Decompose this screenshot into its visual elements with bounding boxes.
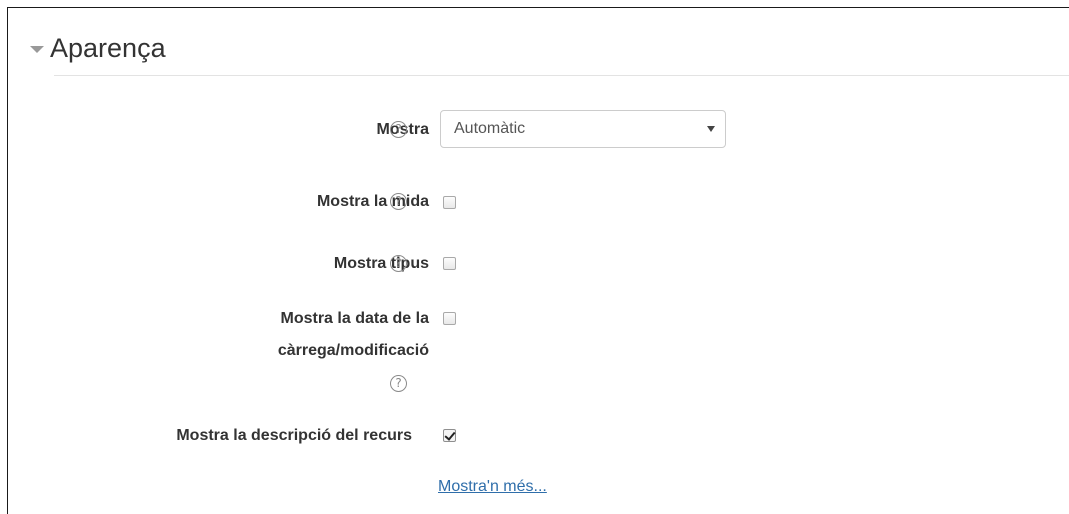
show-date-label-line2: càrrega/modificació bbox=[277, 342, 429, 359]
help-icon[interactable]: ? bbox=[390, 375, 407, 392]
show-description-checkbox[interactable] bbox=[443, 429, 456, 442]
show-type-checkbox[interactable] bbox=[443, 257, 456, 270]
show-description-label: Mostra la descripció del recurs bbox=[176, 427, 412, 444]
form-frame bbox=[7, 7, 1069, 514]
help-icon[interactable]: ? bbox=[390, 121, 407, 138]
show-size-label: Mostra la mida bbox=[316, 193, 429, 210]
show-more-link[interactable]: Mostra'n més... bbox=[438, 478, 547, 496]
collapse-caret-icon[interactable] bbox=[30, 45, 44, 53]
checkmark-icon bbox=[444, 429, 456, 441]
display-select-value: Automàtic bbox=[454, 120, 526, 137]
help-icon[interactable]: ? bbox=[390, 255, 407, 272]
dropdown-arrow-icon bbox=[707, 126, 715, 132]
show-type-label: Mostra tipus bbox=[333, 255, 429, 272]
show-date-checkbox[interactable] bbox=[443, 312, 456, 325]
display-select[interactable]: Automàtic bbox=[440, 110, 726, 148]
show-date-label-line1: Mostra la data de la bbox=[280, 310, 430, 327]
section-title: Aparença bbox=[50, 32, 166, 63]
section-header-appearance[interactable]: Aparença bbox=[30, 28, 166, 68]
help-icon[interactable]: ? bbox=[390, 193, 407, 210]
section-divider bbox=[54, 75, 1069, 76]
show-size-checkbox[interactable] bbox=[443, 196, 456, 209]
